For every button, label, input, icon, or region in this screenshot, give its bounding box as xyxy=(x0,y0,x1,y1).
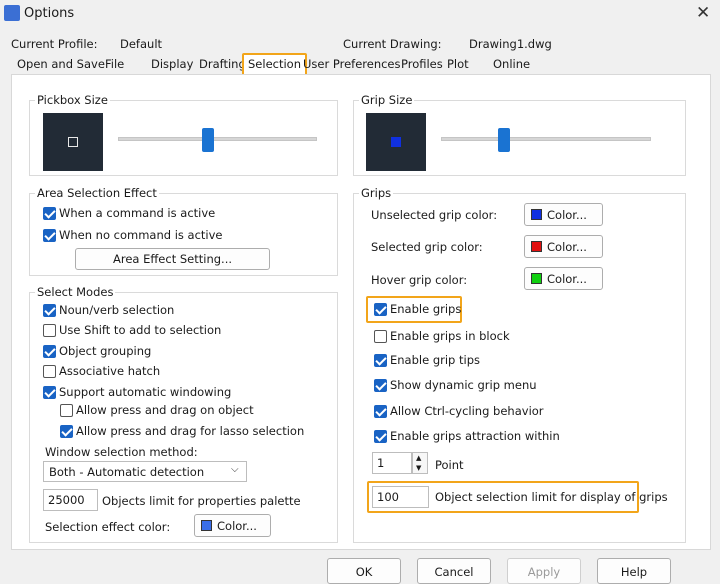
selected-grip-color-swatch xyxy=(531,241,542,252)
chevron-down-icon[interactable]: ⌵ xyxy=(231,464,239,475)
associative-hatch-checkbox[interactable] xyxy=(43,365,56,378)
selected-grip-color-button-label: Color... xyxy=(547,240,587,254)
current-profile-value: Default xyxy=(120,37,163,51)
attraction-point-stepper[interactable]: ▲ ▼ xyxy=(412,452,428,474)
grip-size-preview xyxy=(366,113,426,171)
enable-grips-checkbox[interactable] xyxy=(374,303,387,316)
stepper-down-icon[interactable]: ▼ xyxy=(416,464,421,472)
grips-title: Grips xyxy=(359,186,394,200)
use-shift-checkbox[interactable] xyxy=(43,324,56,337)
press-drag-object-checkbox[interactable] xyxy=(60,404,73,417)
tab-display[interactable]: Display xyxy=(147,55,197,74)
selection-effect-color-swatch xyxy=(201,520,212,531)
enable-grip-tips-checkbox[interactable] xyxy=(374,354,387,367)
apply-button[interactable]: Apply xyxy=(507,558,581,584)
press-drag-lasso-label: Allow press and drag for lasso selection xyxy=(76,424,305,438)
select-modes-title: Select Modes xyxy=(35,285,116,299)
press-drag-object-label: Allow press and drag on object xyxy=(76,403,254,417)
app-logo-icon xyxy=(4,5,20,21)
pickbox-square-icon xyxy=(68,137,78,147)
selection-effect-color-button-label: Color... xyxy=(217,519,257,533)
hover-grip-color-button[interactable]: Color... xyxy=(524,267,603,290)
when-no-command-active-checkbox[interactable] xyxy=(43,229,56,242)
attraction-point-input[interactable]: 1 xyxy=(372,452,412,474)
tab-plot[interactable]: Plot xyxy=(443,55,473,74)
objects-limit-input[interactable]: 25000 xyxy=(43,489,98,511)
associative-hatch-label: Associative hatch xyxy=(59,364,161,378)
tab-open-and-save[interactable]: Open and Save xyxy=(13,55,109,74)
tab-profiles[interactable]: Profiles xyxy=(397,55,447,74)
grip-size-slider-thumb[interactable] xyxy=(498,128,510,152)
enable-grips-in-block-label: Enable grips in block xyxy=(390,329,510,343)
hover-grip-color-swatch xyxy=(531,273,542,284)
ok-button[interactable]: OK xyxy=(327,558,401,584)
object-grouping-checkbox[interactable] xyxy=(43,345,56,358)
selected-grip-color-button[interactable]: Color... xyxy=(524,235,603,258)
support-auto-windowing-label: Support automatic windowing xyxy=(59,385,232,399)
window-selection-method-value: Both - Automatic detection xyxy=(49,465,205,479)
tab-file[interactable]: File xyxy=(101,55,128,74)
enable-grips-label: Enable grips xyxy=(390,302,462,316)
selected-grip-color-label: Selected grip color: xyxy=(371,240,483,254)
enable-grips-in-block-checkbox[interactable] xyxy=(374,330,387,343)
when-no-command-active-label: When no command is active xyxy=(59,228,223,242)
noun-verb-selection-label: Noun/verb selection xyxy=(59,303,175,317)
title-bar xyxy=(0,0,720,28)
grip-selection-limit-input[interactable]: 100 xyxy=(372,486,429,508)
when-command-active-checkbox[interactable] xyxy=(43,207,56,220)
selection-effect-color-button[interactable]: Color... xyxy=(194,514,271,537)
area-effect-setting-button[interactable]: Area Effect Setting... xyxy=(75,248,270,270)
objects-limit-label: Objects limit for properties palette xyxy=(102,494,301,508)
hover-grip-color-label: Hover grip color: xyxy=(371,273,468,287)
unselected-grip-color-label: Unselected grip color: xyxy=(371,208,498,222)
cancel-button[interactable]: Cancel xyxy=(417,558,491,584)
selection-effect-color-label: Selection effect color: xyxy=(45,520,171,534)
hover-grip-color-button-label: Color... xyxy=(547,272,587,286)
tab-online[interactable]: Online xyxy=(489,55,534,74)
when-command-active-label: When a command is active xyxy=(59,206,216,220)
grip-size-slider-track[interactable] xyxy=(441,137,651,141)
pickbox-preview xyxy=(43,113,103,171)
stepper-up-icon[interactable]: ▲ xyxy=(416,454,421,462)
allow-ctrl-cycling-label: Allow Ctrl-cycling behavior xyxy=(390,404,544,418)
noun-verb-selection-checkbox[interactable] xyxy=(43,304,56,317)
pickbox-slider-thumb[interactable] xyxy=(202,128,214,152)
use-shift-label: Use Shift to add to selection xyxy=(59,323,222,337)
window-title: Options xyxy=(24,6,75,21)
support-auto-windowing-checkbox[interactable] xyxy=(43,386,56,399)
allow-ctrl-cycling-checkbox[interactable] xyxy=(374,405,387,418)
attraction-point-label: Point xyxy=(435,458,464,472)
help-button[interactable]: Help xyxy=(597,558,671,584)
pickbox-size-title: Pickbox Size xyxy=(35,93,110,107)
grip-size-title: Grip Size xyxy=(359,93,415,107)
current-drawing-value: Drawing1.dwg xyxy=(469,37,552,51)
area-selection-effect-title: Area Selection Effect xyxy=(35,186,159,200)
object-grouping-label: Object grouping xyxy=(59,344,152,358)
tab-selection[interactable]: Selection xyxy=(242,53,307,76)
unselected-grip-color-button[interactable]: Color... xyxy=(524,203,603,226)
show-dynamic-grip-menu-label: Show dynamic grip menu xyxy=(390,378,537,392)
unselected-grip-color-button-label: Color... xyxy=(547,208,587,222)
window-selection-method-label: Window selection method: xyxy=(45,445,198,459)
current-profile-label: Current Profile: xyxy=(11,37,98,51)
enable-grips-attraction-label: Enable grips attraction within xyxy=(390,429,560,443)
grip-square-icon xyxy=(391,137,401,147)
show-dynamic-grip-menu-checkbox[interactable] xyxy=(374,379,387,392)
enable-grip-tips-label: Enable grip tips xyxy=(390,353,481,367)
unselected-grip-color-swatch xyxy=(531,209,542,220)
current-drawing-label: Current Drawing: xyxy=(343,37,442,51)
tab-user-preferences[interactable]: User Preferences xyxy=(299,55,405,74)
enable-grips-attraction-checkbox[interactable] xyxy=(374,430,387,443)
grip-selection-limit-label: Object selection limit for display of gr… xyxy=(435,490,668,504)
pickbox-slider-track[interactable] xyxy=(118,137,317,141)
window-selection-method-select[interactable]: Both - Automatic detection xyxy=(43,461,247,482)
close-icon[interactable]: ✕ xyxy=(696,3,710,23)
press-drag-lasso-checkbox[interactable] xyxy=(60,425,73,438)
